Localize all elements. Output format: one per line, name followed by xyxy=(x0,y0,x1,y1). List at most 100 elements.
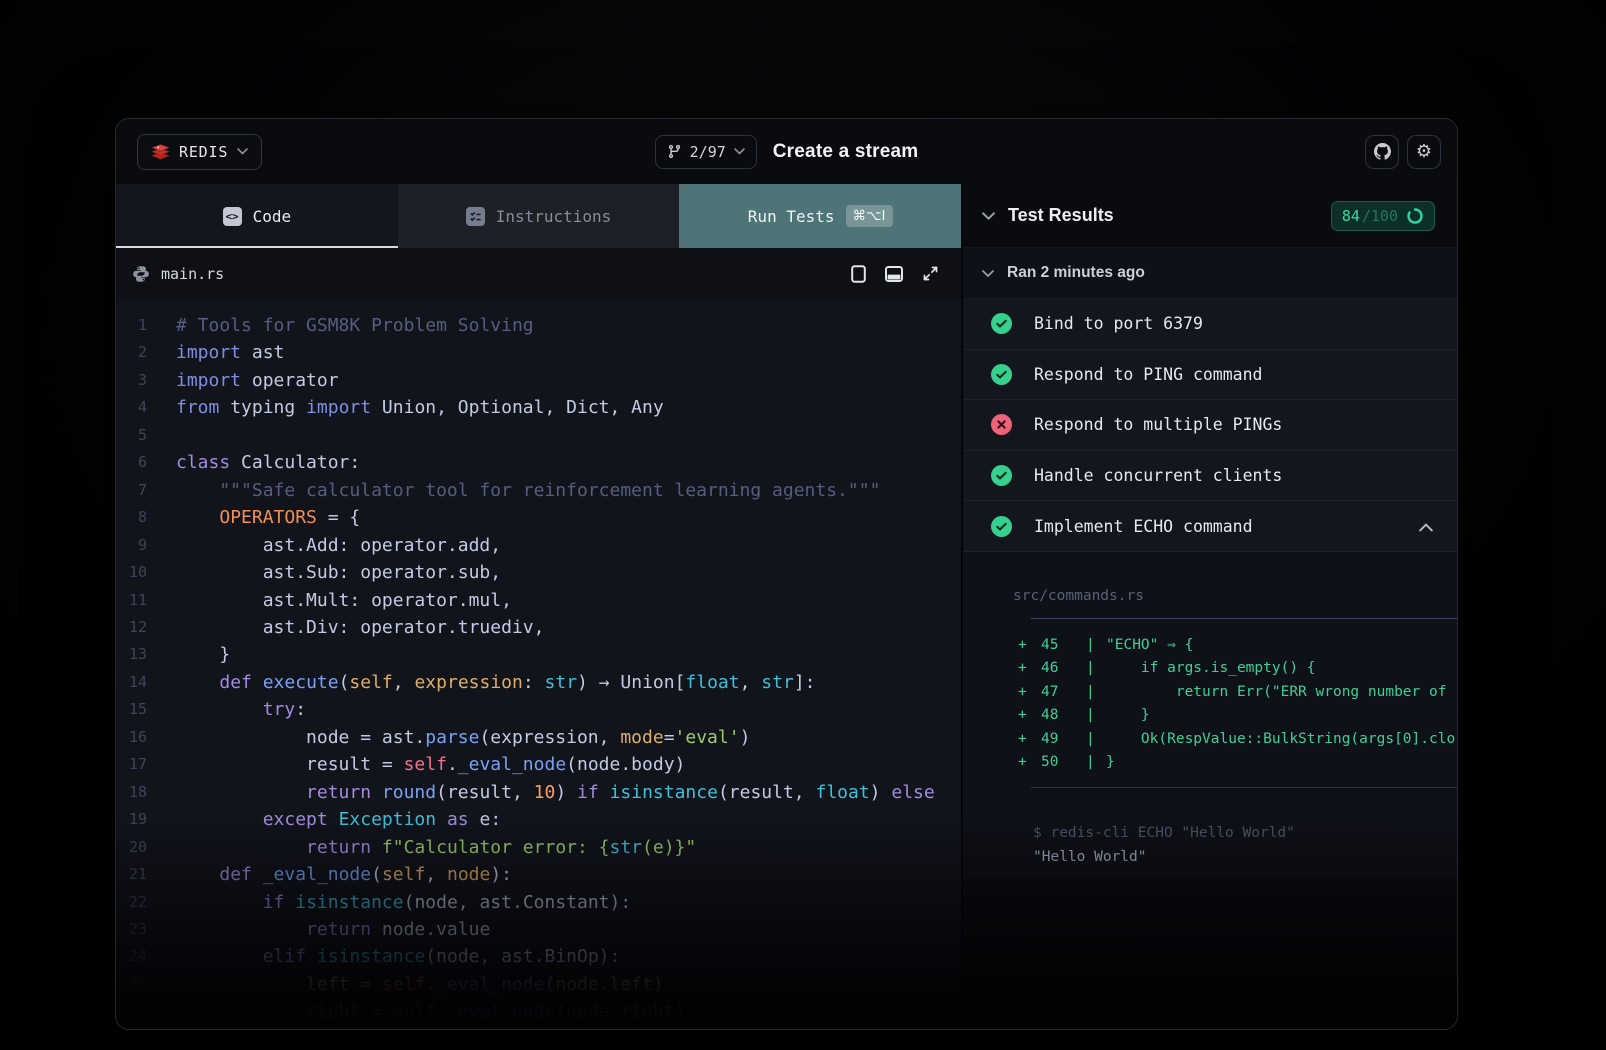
code-line: 16 node = ast.parse(expression, mode='ev… xyxy=(116,724,961,751)
diff-line: +48| } xyxy=(963,704,1457,728)
test-row[interactable]: Implement ECHO command xyxy=(963,501,1457,552)
diff-gutter-bar: | xyxy=(1086,657,1106,681)
expand-icon[interactable] xyxy=(922,265,939,282)
line-number: 7 xyxy=(116,477,147,504)
code-line: 7 """Safe calculator tool for reinforcem… xyxy=(116,477,961,504)
split-panel-right-icon[interactable] xyxy=(851,265,866,283)
test-row[interactable]: Handle concurrent clients xyxy=(963,451,1457,502)
test-row[interactable]: Respond to multiple PINGs xyxy=(963,400,1457,451)
line-number: 3 xyxy=(116,367,147,394)
line-number: 25 xyxy=(116,971,147,998)
diff-line-number: 46 xyxy=(1041,657,1086,681)
chevron-down-icon xyxy=(982,212,995,220)
line-content: # Tools for GSM8K Problem Solving xyxy=(176,312,534,339)
line-number: 9 xyxy=(116,532,147,559)
line-number: 10 xyxy=(116,559,147,586)
code-line: 10 ast.Sub: operator.sub, xyxy=(116,559,961,586)
line-number: 23 xyxy=(116,916,147,943)
test-run-summary[interactable]: Ran 2 minutes ago xyxy=(963,248,1457,299)
repo-dropdown[interactable]: REDIS xyxy=(137,134,262,170)
diff-sign: + xyxy=(1018,751,1041,775)
diff-line-number: 45 xyxy=(1041,634,1086,658)
main-split: <> Code Instructions Run Tests ⌘⌥I xyxy=(116,184,1457,1029)
line-content: except Exception as e: xyxy=(176,806,501,833)
divider xyxy=(1031,618,1457,619)
split-panel-bottom-icon[interactable] xyxy=(885,266,903,282)
diff-line-number: 49 xyxy=(1041,728,1086,752)
diff-code: } xyxy=(1106,751,1115,775)
line-number: 13 xyxy=(116,641,147,668)
line-content: elif isinstance(node, ast.BinOp): xyxy=(176,943,620,970)
line-number: 12 xyxy=(116,614,147,641)
line-content: ast.Sub: operator.sub, xyxy=(176,559,501,586)
test-row[interactable]: Bind to port 6379 xyxy=(963,299,1457,350)
settings-button[interactable]: ⚙ xyxy=(1407,135,1441,169)
line-content: return round(result, 10) if isinstance(r… xyxy=(176,779,935,806)
diff-gutter-bar: | xyxy=(1086,681,1106,705)
code-line: 3import operator xyxy=(116,367,961,394)
code-line: 21 def _eval_node(self, node): xyxy=(116,861,961,888)
code-line: 25 left = self._eval_node(node.left) xyxy=(116,971,961,998)
code-line: 18 return round(result, 10) if isinstanc… xyxy=(116,779,961,806)
diff-line: +47| return Err("ERR wrong number of xyxy=(963,681,1457,705)
line-number: 17 xyxy=(116,751,147,778)
code-line: 26 right = self._eval_node(node.right) xyxy=(116,998,961,1025)
chevron-up-icon[interactable] xyxy=(1419,517,1433,536)
line-content: } xyxy=(176,641,230,668)
code-line: 6class Calculator: xyxy=(116,449,961,476)
line-number: 2 xyxy=(116,339,147,366)
code-line: 19 except Exception as e: xyxy=(116,806,961,833)
topbar-center: 2/97 Create a stream xyxy=(116,119,1457,184)
diff-code: } xyxy=(1106,704,1150,728)
code-editor[interactable]: 1# Tools for GSM8K Problem Solving2impor… xyxy=(116,299,961,1029)
diff-code: "ECHO" ⇒ { xyxy=(1106,634,1193,658)
diff-code: return Err("ERR wrong number of xyxy=(1106,681,1446,705)
run-tests-button[interactable]: Run Tests ⌘⌥I xyxy=(679,184,961,248)
line-number: 14 xyxy=(116,669,147,696)
test-label: Handle concurrent clients xyxy=(1034,466,1282,485)
tab-code[interactable]: <> Code xyxy=(116,184,398,248)
test-results-header[interactable]: Test Results 84/100 xyxy=(963,184,1457,248)
code-line: 23 return node.value xyxy=(116,916,961,943)
line-number: 4 xyxy=(116,394,147,421)
line-content: return f"Calculator error: {str(e)}" xyxy=(176,834,696,861)
tab-bar: <> Code Instructions Run Tests ⌘⌥I xyxy=(116,184,961,248)
pass-check-icon xyxy=(991,516,1012,537)
test-label: Bind to port 6379 xyxy=(1034,314,1203,333)
app-window: REDIS 2/97 Create a stream xyxy=(115,118,1458,1030)
line-content: ast.Div: operator.truediv, xyxy=(176,614,544,641)
diff-sign: + xyxy=(1018,681,1041,705)
tab-instructions[interactable]: Instructions xyxy=(398,184,680,248)
diff-line-number: 48 xyxy=(1041,704,1086,728)
code-line: 15 try: xyxy=(116,696,961,723)
editor-column: <> Code Instructions Run Tests ⌘⌥I xyxy=(116,184,963,1029)
line-content: ast.Mult: operator.mul, xyxy=(176,587,512,614)
code-line: 5 xyxy=(116,422,961,449)
diff-line: +50|} xyxy=(963,751,1457,775)
test-results-panel: Test Results 84/100 Ran 2 minutes ago Bi… xyxy=(963,184,1457,1029)
filename: main.rs xyxy=(161,265,224,283)
line-content: if isinstance(node, ast.Constant): xyxy=(176,889,631,916)
test-list: Bind to port 6379 Respond to PING command… xyxy=(963,299,1457,552)
progress-ring-icon xyxy=(1406,207,1424,225)
test-detail: src/commands.rs +45|"ECHO" ⇒ {+46| if ar… xyxy=(963,552,1457,879)
line-number: 11 xyxy=(116,587,147,614)
diff-sign: + xyxy=(1018,704,1041,728)
pass-check-icon xyxy=(991,465,1012,486)
github-button[interactable] xyxy=(1365,135,1399,169)
line-content: node = ast.parse(expression, mode='eval'… xyxy=(176,724,750,751)
panel-filler xyxy=(963,879,1457,1029)
code-line: 17 result = self._eval_node(node.body) xyxy=(116,751,961,778)
stage-dropdown[interactable]: 2/97 xyxy=(655,135,757,169)
line-content: try: xyxy=(176,696,306,723)
diff-sign: + xyxy=(1018,634,1041,658)
code-line: 13 } xyxy=(116,641,961,668)
line-content: class Calculator: xyxy=(176,449,360,476)
code-line: 14 def execute(self, expression: str) → … xyxy=(116,669,961,696)
code-line: 2import ast xyxy=(116,339,961,366)
line-number: 21 xyxy=(116,861,147,888)
code-line: 22 if isinstance(node, ast.Constant): xyxy=(116,889,961,916)
test-row[interactable]: Respond to PING command xyxy=(963,350,1457,401)
code-line: 12 ast.Div: operator.truediv, xyxy=(116,614,961,641)
gear-icon: ⚙ xyxy=(1416,143,1432,161)
